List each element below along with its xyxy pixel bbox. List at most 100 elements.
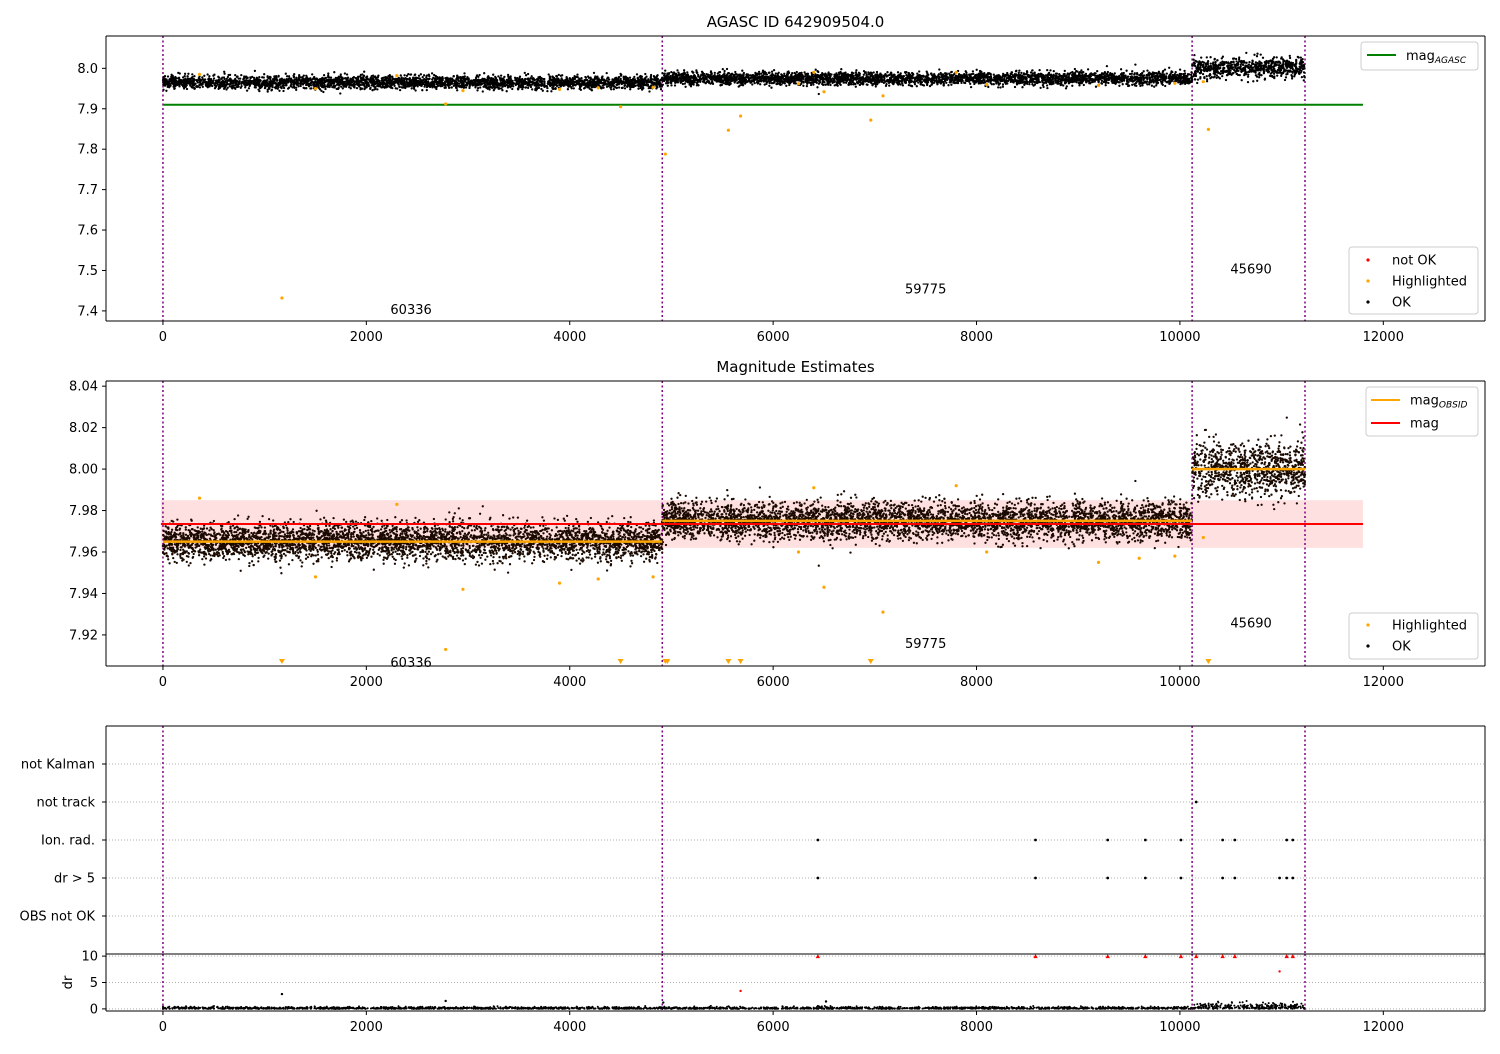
ok-point	[234, 78, 236, 80]
ok-point	[338, 84, 340, 86]
ok-point	[501, 78, 503, 80]
ok-point	[496, 79, 498, 81]
ok-point	[1164, 85, 1166, 87]
ok-point	[417, 85, 419, 87]
ok-point	[503, 79, 505, 81]
ok-point	[886, 71, 888, 73]
ok-point	[264, 82, 266, 84]
ok-point	[305, 75, 307, 77]
ok-point	[397, 82, 399, 84]
ok-point	[245, 79, 247, 81]
ok-point	[571, 79, 573, 81]
ok-point	[193, 84, 195, 86]
ok-point	[310, 84, 312, 86]
ok-point	[550, 90, 552, 92]
ok-point	[346, 73, 348, 75]
ok-point	[463, 72, 465, 74]
ok-point	[372, 74, 374, 76]
ok-point	[650, 81, 652, 83]
ok-point	[604, 83, 606, 85]
ok-point	[601, 76, 603, 78]
ok-point	[380, 80, 382, 82]
ok-point	[309, 82, 311, 84]
ok-point	[690, 85, 692, 87]
ok-point	[676, 69, 678, 71]
ok-point	[185, 80, 187, 82]
ok-point	[530, 86, 532, 88]
ok-point	[639, 76, 641, 78]
ok-point	[315, 82, 317, 84]
ok-point	[947, 84, 949, 86]
ok-point	[298, 77, 300, 79]
ok-point	[422, 79, 424, 81]
ok-point	[556, 80, 558, 82]
ok-point	[295, 82, 297, 84]
ok-point	[529, 82, 531, 84]
ok-point	[320, 85, 322, 87]
ok-point	[263, 73, 265, 75]
ok-point	[208, 75, 210, 77]
ok-point	[187, 73, 189, 75]
ok-point	[313, 78, 315, 80]
ok-point	[403, 86, 405, 88]
ok-point	[236, 83, 238, 85]
ok-point	[367, 78, 369, 80]
ok-point	[517, 80, 519, 82]
ok-point	[336, 84, 338, 86]
ok-point	[759, 83, 761, 85]
ok-point	[320, 90, 322, 92]
ok-point	[301, 76, 303, 78]
ok-point	[550, 84, 552, 86]
ok-point	[629, 80, 631, 82]
ok-point	[595, 83, 597, 85]
ok-point	[213, 77, 215, 79]
ok-point	[244, 86, 246, 88]
ok-point	[498, 82, 500, 84]
ok-point	[597, 77, 599, 79]
ok-point	[521, 88, 523, 90]
ok-point	[178, 77, 180, 79]
ok-point	[531, 88, 533, 90]
ok-point	[323, 74, 325, 76]
ok-point	[616, 79, 618, 81]
ok-point	[415, 83, 417, 85]
ok-point	[601, 82, 603, 84]
ok-point	[229, 74, 231, 76]
ok-point	[384, 78, 386, 80]
ok-point	[390, 79, 392, 81]
ok-point	[651, 78, 653, 80]
ok-point	[816, 82, 818, 84]
ok-point	[479, 86, 481, 88]
ok-point	[572, 82, 574, 84]
ok-point	[500, 74, 502, 76]
ok-point	[1018, 69, 1020, 71]
chart-title: AGASC ID 642909504.0	[707, 13, 885, 31]
ok-point	[933, 82, 935, 84]
ok-point	[462, 76, 464, 78]
ok-point	[1131, 70, 1133, 72]
ok-point	[202, 78, 204, 80]
ok-point	[574, 84, 576, 86]
ok-point	[1014, 86, 1016, 88]
ok-point	[510, 75, 512, 77]
ok-point	[1034, 72, 1036, 74]
ok-point	[432, 85, 434, 87]
ok-point	[232, 85, 234, 87]
ok-point	[499, 84, 501, 86]
ok-point	[181, 81, 183, 83]
ok-point	[457, 85, 459, 87]
ok-point	[267, 83, 269, 85]
ok-point	[525, 74, 527, 76]
ok-point	[487, 82, 489, 84]
ok-point	[333, 82, 335, 84]
ok-point	[600, 87, 602, 89]
ok-point	[512, 85, 514, 87]
ok-point	[569, 77, 571, 79]
ok-point	[875, 85, 877, 87]
ok-point	[1026, 70, 1028, 72]
ok-point	[353, 83, 355, 85]
ok-point	[340, 75, 342, 77]
ok-point	[426, 74, 428, 76]
ok-point	[190, 82, 192, 84]
ok-point	[487, 76, 489, 78]
